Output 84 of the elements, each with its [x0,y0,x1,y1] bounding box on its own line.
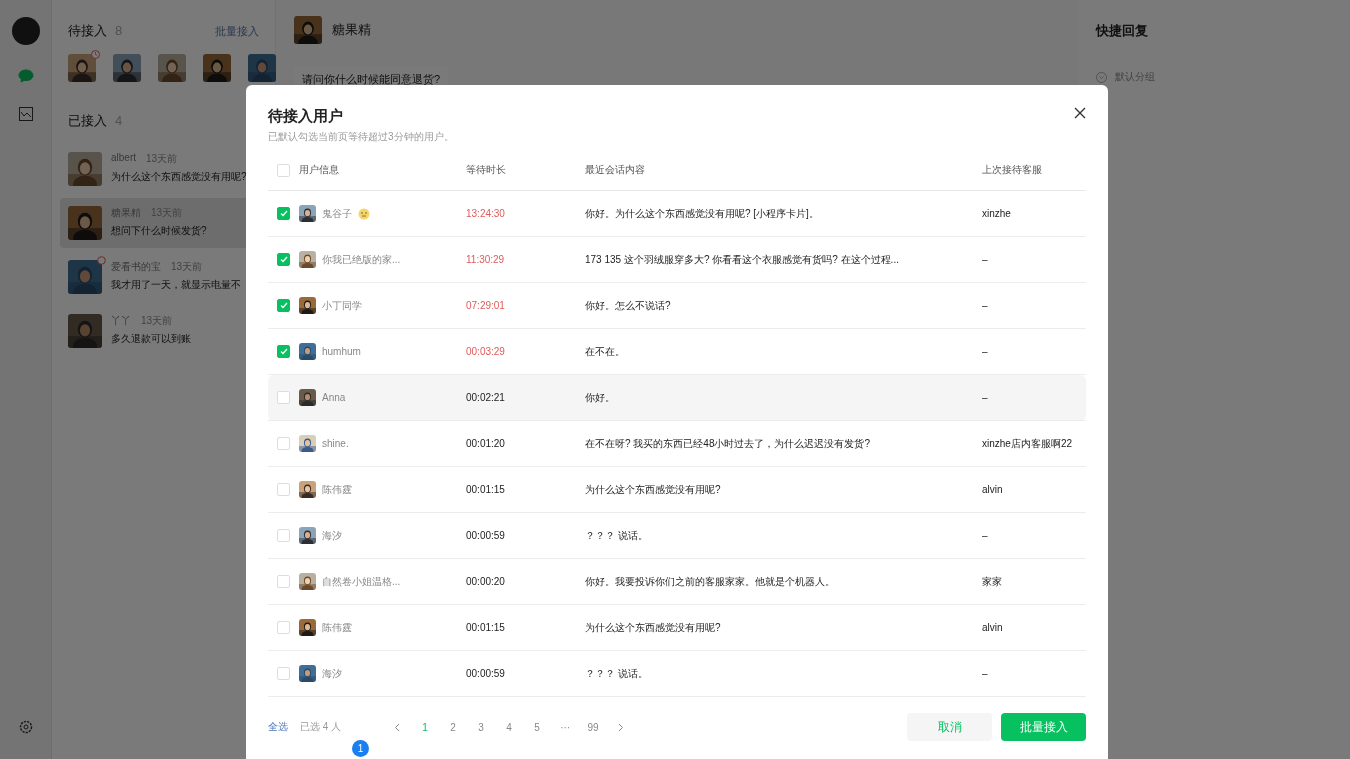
batch-accept-button[interactable]: 批量接入 [1001,713,1086,741]
agent-name: xinzhe [982,207,1011,219]
wait-time: 11:30:29 [466,253,505,265]
user-name: 小丁同学 [322,299,362,312]
agent-name: 家家 [982,575,1002,587]
user-name: 陈伟霆 [322,621,352,634]
message-preview: 为什么这个东西感觉没有用呢? [585,483,721,495]
agent-name: alvin [982,621,1003,633]
logo-icon [11,17,40,45]
selected-count: 已选 4 人 [300,720,342,734]
page-button[interactable]: 99 [579,721,608,733]
message-preview: 你好。怎么不说话? [585,299,671,311]
chevron-right-icon[interactable] [618,722,625,732]
agent-name: xinzhe店内客服啊22 [982,437,1073,449]
user-name: 自然卷小姐温格... [322,575,401,588]
wait-time: 00:01:20 [466,437,505,449]
user-name: shine. [322,437,349,450]
user-name: Anna [322,391,346,404]
wait-time: 00:02:21 [466,391,505,403]
message-preview: 为什么这个东西感觉没有用呢? [111,170,247,184]
column-header: 等待时长 [466,164,506,175]
message-preview: 多久退款可以到账 [111,332,191,346]
message-preview: 你好。 [585,391,615,403]
column-header: 用户信息 [299,164,339,175]
user-name: 你我已绝版的家... [322,253,401,266]
user-name: 海汐 [322,667,342,680]
message-preview: ？？？ 说话。 [585,667,648,679]
message-preview: 173 135 这个羽绒服穿多大? 你看看这个衣服感觉有货吗? 在这个过程... [585,253,899,265]
message-preview: 在不在呀? 我买的东西已经48小时过去了，为什么迟迟没有发货? [585,437,871,449]
contact-name: 糖果精 [332,21,371,39]
page-button[interactable]: 5 [523,721,552,733]
page-button[interactable]: 1 [411,721,440,733]
dialog-title: 待接入用户 [268,107,343,126]
section-title: 待接入 [68,22,107,40]
page-button[interactable]: ··· [551,721,580,733]
checkbox[interactable] [277,207,290,220]
message-preview: 你好。为什么这个东西感觉没有用呢? [小程序卡片]。 [585,207,819,219]
user-name: 陈伟霆 [322,483,352,496]
wait-time: 00:03:29 [466,345,505,357]
checkbox[interactable] [277,345,290,358]
agent-name: – [982,345,988,357]
agent-name: – [982,391,988,403]
batch-accept-link[interactable]: 批量接入 [215,24,259,39]
checkbox[interactable] [277,253,290,266]
section-title: 已接入 [68,112,107,130]
agent-name: – [982,529,988,541]
user-name: 鬼谷子 [322,207,352,220]
close-icon[interactable] [1074,107,1086,119]
agent-name: – [982,299,988,311]
column-header: 最近会话内容 [585,164,645,175]
panel-title: 快捷回复 [1096,22,1149,40]
wait-time: 00:00:59 [466,529,505,541]
wait-time: 00:00:59 [466,667,505,679]
checkbox[interactable] [277,299,290,312]
message-preview: 在不在。 [585,345,625,357]
wait-time: 13:24:30 [466,207,505,219]
page-button[interactable]: 4 [495,721,524,733]
dialog-subtitle: 已默认勾选当前页等待超过3分钟的用户。 [268,130,454,144]
wait-time: 07:29:01 [466,299,505,311]
user-name: 海汐 [322,529,342,542]
chart-icon[interactable] [18,107,33,121]
column-header: 上次接待客服 [982,164,1042,175]
wait-time: 00:00:20 [466,575,505,587]
contact-name: albert [111,152,136,165]
chevron-left-icon[interactable] [394,722,401,732]
contact-name: 丫丫 [111,314,131,328]
agent-name: alvin [982,483,1003,495]
message-preview: 想问下什么时候发货? [111,224,207,238]
select-all-link[interactable]: 全选 [268,720,288,734]
message-preview: ？？？ 说话。 [585,529,648,541]
wait-time: 00:01:15 [466,483,505,495]
message-preview: 为什么这个东西感觉没有用呢? [585,621,721,633]
page-button[interactable]: 2 [439,721,468,733]
settings-icon[interactable] [18,720,33,734]
contact-name: 爱看书的宝 [111,260,161,274]
page-button[interactable]: 3 [467,721,496,733]
chat-icon[interactable] [17,69,34,83]
chevron-icon[interactable] [1096,71,1107,83]
agent-name: – [982,667,988,679]
message-preview: 你好。我要投诉你们之前的客服家家。他就是个机器人。 [585,575,835,587]
user-name: humhum [322,345,361,358]
wait-time: 00:01:15 [466,621,505,633]
agent-name: – [982,253,988,265]
cancel-button[interactable]: 取消 [907,713,992,741]
